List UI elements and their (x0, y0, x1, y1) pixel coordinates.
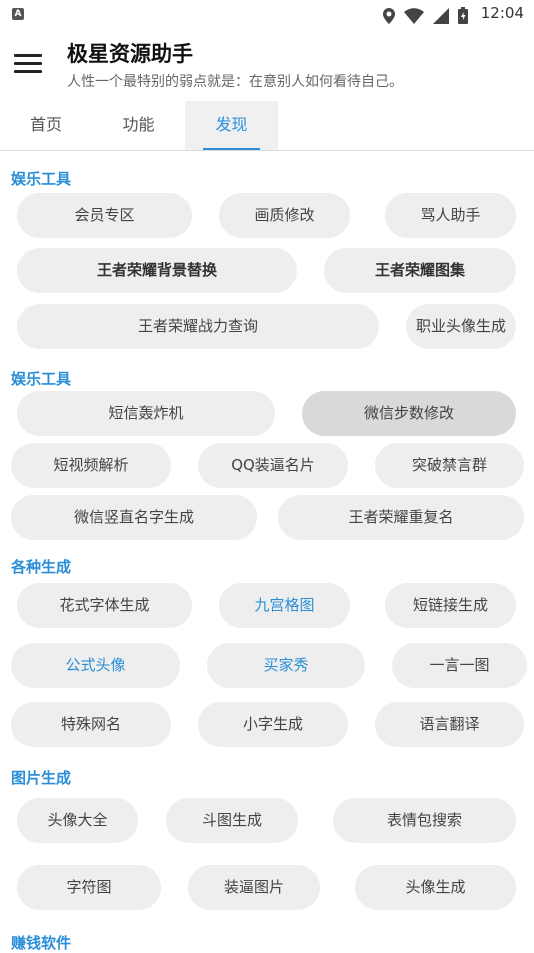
chip-button[interactable]: 微信步数修改 (302, 391, 516, 436)
tab-indicator (203, 148, 260, 150)
location-icon (382, 7, 395, 24)
chip-button[interactable]: 骂人助手 (385, 193, 516, 238)
chip-button[interactable]: 王者荣耀背景替换 (17, 248, 297, 293)
chip-button[interactable]: 装逼图片 (188, 865, 320, 910)
chip-button[interactable]: 买家秀 (207, 643, 365, 688)
chip-button[interactable]: 公式头像 (11, 643, 180, 688)
page-subtitle: 人性一个最特别的弱点就是：在意别人如何看待自己。 (67, 74, 403, 90)
chip-button[interactable]: 突破禁言群 (375, 443, 524, 488)
battery-icon (458, 7, 468, 24)
chip-button[interactable]: 王者荣耀图集 (324, 248, 516, 293)
chip-button[interactable]: 语言翻译 (375, 702, 524, 747)
section-title: 图片生成 (11, 769, 72, 787)
chip-button[interactable]: 微信竖直名字生成 (11, 495, 257, 540)
wifi-icon (403, 7, 424, 24)
chip-button[interactable]: QQ装逼名片 (198, 443, 348, 488)
notification-icon: A (12, 8, 24, 20)
chip-button[interactable]: 会员专区 (17, 193, 192, 238)
chip-button[interactable]: 职业头像生成 (406, 304, 516, 349)
chip-button[interactable]: 短链接生成 (385, 583, 516, 628)
chip-button[interactable]: 短信轰炸机 (17, 391, 275, 436)
chip-button[interactable]: 九宫格图 (219, 583, 350, 628)
chip-button[interactable]: 王者荣耀重复名 (278, 495, 524, 540)
chip-button[interactable]: 特殊网名 (11, 702, 171, 747)
chip-button[interactable]: 画质修改 (219, 193, 350, 238)
tab-discover[interactable]: 发现 (185, 101, 278, 150)
chip-button[interactable]: 短视频解析 (11, 443, 171, 488)
chip-button[interactable]: 王者荣耀战力查询 (17, 304, 379, 349)
section-title: 娱乐工具 (11, 170, 72, 188)
chip-button[interactable]: 花式字体生成 (17, 583, 192, 628)
section-title: 各种生成 (11, 558, 72, 576)
chip-button[interactable]: 一言一图 (392, 643, 527, 688)
chip-button[interactable]: 字符图 (17, 865, 161, 910)
chip-button[interactable]: 头像大全 (17, 798, 138, 843)
chip-button[interactable]: 小字生成 (198, 702, 348, 747)
chip-button[interactable]: 斗图生成 (166, 798, 298, 843)
tab-bar: 首页 功能 发现 (0, 101, 534, 151)
tab-home[interactable]: 首页 (0, 101, 92, 150)
tab-features[interactable]: 功能 (92, 101, 185, 150)
page-title: 极星资源助手 (67, 42, 193, 66)
menu-icon[interactable] (14, 54, 42, 74)
chip-button[interactable]: 表情包搜索 (333, 798, 516, 843)
status-icons (379, 5, 468, 24)
status-time: 12:04 (480, 4, 524, 22)
signal-icon (432, 7, 449, 24)
chip-button[interactable]: 头像生成 (355, 865, 516, 910)
status-bar: A 12:04 (0, 0, 534, 28)
section-title: 娱乐工具 (11, 370, 72, 388)
